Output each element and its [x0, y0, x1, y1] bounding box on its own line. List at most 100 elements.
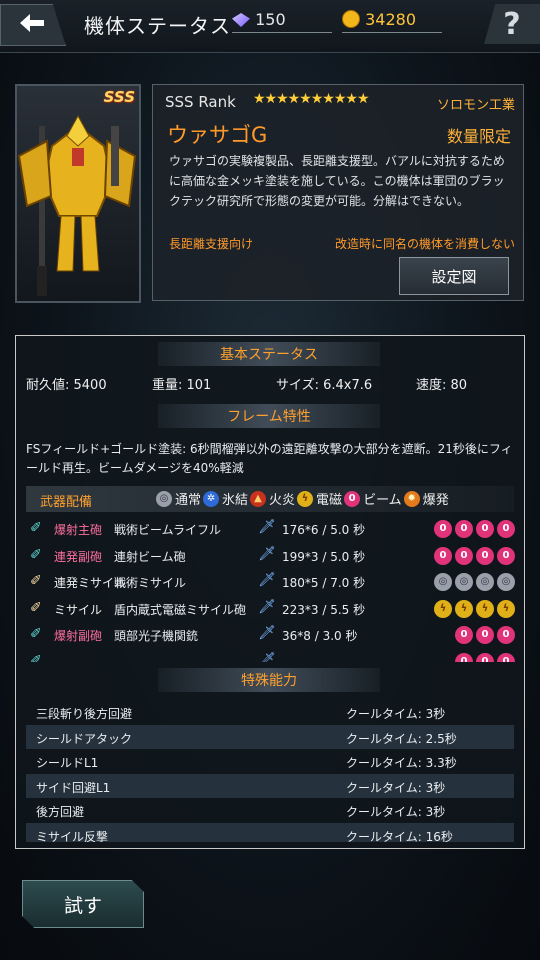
manufacturer: ソロモン工業 — [436, 98, 515, 113]
weapon-name: 頭部光子機関銃 — [114, 629, 199, 643]
weight-stat: 重量: 101 — [152, 378, 212, 393]
special-ability-header: 特殊能力 — [158, 668, 380, 692]
beam-attr-icon: 0 — [497, 520, 515, 538]
weapon-damage: 223*3 / 5.5 秒 — [282, 602, 366, 617]
try-button[interactable]: 試す — [22, 880, 144, 928]
weapon-damage: 36*8 / 3.0 秒 — [282, 629, 358, 643]
elec-attr-icon: ϟ — [497, 599, 515, 618]
ability-name: シールドアタック — [36, 731, 133, 746]
back-arrow-icon — [18, 12, 48, 38]
frame-trait-text: FSフィールド+ゴールド塗装: 6秒間榴弾以外の遠距離攻撃の大部分を遮断。21秒… — [26, 442, 513, 475]
legend-label: 通常 — [175, 493, 202, 508]
durability-stat: 耐久値: 5400 — [26, 378, 107, 393]
coin-count: 34280 — [365, 10, 416, 29]
unit-description: ウァサゴの実験複製品、長距離支援型。バアルに対抗するために高価な金メッキ塗装を施… — [169, 154, 505, 208]
gem-count: 150 — [255, 10, 286, 29]
top-bar: 機体ステータス 150 34280 ? — [0, 0, 540, 53]
weapon-type-icon: ✐ — [30, 546, 42, 563]
weapon-row[interactable]: ✐ 連発副砲 連射ビーム砲 🗡 199*3 / 5.0 秒0000 — [26, 543, 516, 570]
weapon-row[interactable]: ✐ 爆射副砲 頭部光子機関銃 🗡 36*8 / 3.0 秒000 — [26, 622, 516, 649]
legend-label: ビーム — [363, 493, 402, 508]
gem-counter: 150 — [232, 10, 332, 33]
beam-attr-icon: 0 — [455, 626, 473, 644]
frame-trait-header: フレーム特性 — [158, 404, 380, 428]
weapon-attribute-icons: 000 — [455, 652, 516, 662]
elec-attr-icon: ϟ — [434, 599, 452, 618]
weapon-header: 武器配備 ◎ 通常 ✲ 氷結 ▲ 火炎 ϟ 電磁 0 ビーム ✹ 爆発 — [26, 486, 514, 512]
weapon-name: 戦術ミサイル — [114, 576, 187, 590]
ability-cooldown: クールタイム: 3秒 — [346, 707, 446, 721]
damage-icon: 🗡 — [258, 651, 276, 663]
size-stat: サイズ: 6.4x7.6 — [276, 378, 373, 393]
weapon-attribute-icons: ϟϟϟϟ — [434, 599, 516, 618]
weapon-attribute-icons: 000 — [455, 626, 516, 644]
weapon-type-icon: ✐ — [30, 520, 42, 536]
electric-attr-icon: ϟ — [297, 490, 314, 507]
design-button[interactable]: 設定図 — [399, 257, 509, 295]
normal-attr-icon: ◎ — [497, 573, 515, 591]
special-ability-row: サイド回避L1 クールタイム: 3秒 — [26, 773, 514, 798]
ability-name: シールドL1 — [36, 756, 99, 770]
legend-label: 氷結 — [222, 493, 249, 508]
special-ability-row: シールドL1 クールタイム: 3.3秒 — [26, 749, 514, 774]
coin-icon — [342, 10, 360, 28]
special-ability-list[interactable]: 三段斬り後方回避 クールタイム: 3秒 シールドアタック クールタイム: 2.5秒 シー… — [26, 700, 514, 842]
weapon-damage: 199*3 / 5.0 秒 — [282, 549, 366, 564]
weapon-attribute-icons: 0000 — [434, 546, 516, 565]
weapon-row[interactable]: ✐ 爆射主砲 戦術ビームライフル 🗡 176*6 / 5.0 秒0000 — [26, 516, 516, 543]
page-title: 機体ステータス — [84, 14, 231, 38]
unit-portrait: SSS — [15, 84, 141, 303]
damage-icon: 🗡 — [258, 545, 276, 562]
special-ability-row: シールドアタック クールタイム: 2.5秒 — [26, 724, 514, 749]
fire-attr-icon: ▲ — [250, 490, 267, 507]
normal-attr-icon: ◎ — [455, 573, 473, 591]
legend-label: 火炎 — [269, 493, 296, 508]
weapon-type: ミサイル — [54, 602, 103, 617]
freeze-attr-icon: ✲ — [203, 490, 220, 507]
weapon-attribute-icons: 0000 — [434, 520, 516, 538]
damage-icon: 🗡 — [258, 598, 276, 615]
weapon-type-icon: ✐ — [30, 652, 42, 663]
beam-attr-icon: 0 — [455, 520, 473, 538]
weapon-name: 連射ビーム砲 — [114, 549, 186, 564]
unit-name: ウァサゴG — [167, 123, 268, 147]
ability-name: サイド回避L1 — [36, 780, 111, 795]
help-button[interactable]: ? — [484, 4, 540, 44]
unit-info-card: SSS Rank ★★★★★★★★★★ ソロモン工業 ウァサゴG 数量限定 ウァ… — [152, 84, 524, 301]
weapon-type-icon: ✐ — [30, 573, 42, 589]
weapon-damage: 180*5 / 7.0 秒 — [282, 576, 366, 590]
beam-attr-icon: 0 — [344, 490, 361, 507]
special-ability-row: 三段斬り後方回避 クールタイム: 3秒 — [26, 700, 514, 725]
weapon-attribute-icons: ◎ ◎ ◎ ◎ — [434, 573, 516, 591]
beam-attr-icon: 0 — [455, 546, 473, 565]
upgrade-note: 改造時に同名の機体を消費しない — [334, 237, 515, 251]
legend-label: 爆発 — [422, 493, 449, 508]
blast-attr-icon: ✹ — [403, 490, 420, 507]
gem-icon — [232, 13, 250, 27]
role-tag: 長距離支援向け — [169, 237, 254, 251]
back-button[interactable] — [0, 4, 66, 46]
legend-label: 電磁 — [316, 493, 343, 508]
ability-name: 後方回避 — [36, 805, 85, 819]
status-panel: 基本ステータス 耐久値: 5400 重量: 101 サイズ: 6.4x7.6 速… — [15, 335, 525, 849]
beam-attr-icon: 0 — [455, 652, 473, 662]
ability-name: 三段斬り後方回避 — [36, 707, 133, 721]
elec-attr-icon: ϟ — [476, 599, 494, 618]
weapon-header-title: 武器配備 — [40, 495, 93, 510]
rank-label: SSS Rank — [165, 93, 236, 111]
elec-attr-icon: ϟ — [455, 599, 473, 618]
weapon-name: 戦術ビームライフル — [114, 523, 222, 537]
ability-name: ミサイル反撃 — [36, 829, 109, 843]
weapon-row[interactable]: ✐ ミサイル 盾内蔵式電磁ミサイル砲 🗡 223*3 / 5.5 秒ϟϟϟϟ — [26, 596, 516, 623]
damage-icon: 🗡 — [258, 625, 276, 641]
weapon-name: 盾内蔵式電磁ミサイル砲 — [114, 602, 247, 617]
weapon-list[interactable]: ✐ 爆射主砲 戦術ビームライフル 🗡 176*6 / 5.0 秒 0 0 0 0 ✐ 連発副砲 連射ビ… — [26, 516, 516, 662]
beam-attr-icon: 0 — [497, 546, 515, 565]
weapon-row[interactable]: ✐ 🗡 0 0 0 — [26, 649, 516, 663]
attribute-legend: ◎ 通常 ✲ 氷結 ▲ 火炎 ϟ 電磁 0 ビーム ✹ 爆発 — [156, 489, 449, 508]
weapon-type: 爆射副砲 — [54, 629, 103, 643]
ability-cooldown: クールタイム: 3秒 — [346, 780, 446, 795]
beam-attr-icon: 0 — [476, 626, 494, 644]
weapon-row[interactable]: ✐ 連発ミサイル 戦術ミサイル 🗡 180*5 / 7.0 秒 ◎ ◎ ◎ ◎ — [26, 569, 516, 596]
special-ability-row: 後方回避 クールタイム: 3秒 — [26, 798, 514, 823]
